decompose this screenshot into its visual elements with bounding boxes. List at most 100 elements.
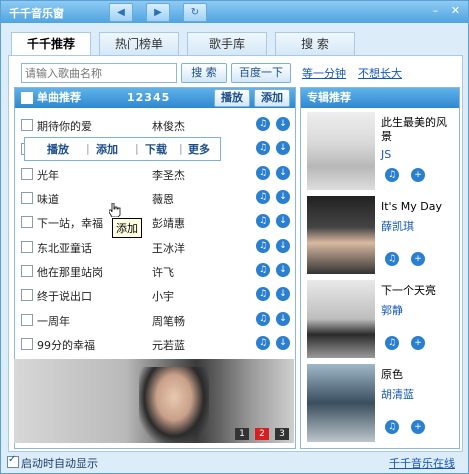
- download-icon[interactable]: ↓: [276, 214, 290, 228]
- song-artist[interactable]: 许飞: [152, 264, 174, 280]
- song-artist[interactable]: 李圣杰: [152, 167, 185, 183]
- listen-icon[interactable]: ♫: [385, 336, 399, 350]
- forward-icon[interactable]: ▶: [146, 3, 170, 22]
- autostart-checkbox[interactable]: [7, 454, 19, 468]
- minimize-icon[interactable]: –: [429, 4, 442, 17]
- select-all-checkbox[interactable]: [21, 92, 33, 104]
- download-icon[interactable]: ↓: [276, 166, 290, 180]
- song-artist[interactable]: 王冰洋: [152, 240, 185, 256]
- song-title[interactable]: 一周年: [37, 313, 70, 329]
- add-icon[interactable]: +: [411, 168, 425, 182]
- menu-item-add[interactable]: 添加: [96, 141, 118, 157]
- download-icon[interactable]: ↓: [276, 239, 290, 253]
- listen-icon[interactable]: ♫: [385, 420, 399, 434]
- tab-charts[interactable]: 热门榜单: [99, 32, 179, 55]
- title-bar[interactable]: 千千音乐窗 ◀ ▶ ↻ – ✕: [1, 1, 468, 23]
- song-checkbox[interactable]: [21, 216, 33, 228]
- album-card[interactable]: It's My Day 薛凯琪 ♫ +: [307, 194, 455, 276]
- download-icon[interactable]: ↓: [276, 263, 290, 277]
- menu-item-more[interactable]: 更多: [188, 141, 210, 157]
- song-artist[interactable]: 薇恩: [152, 191, 174, 207]
- song-title[interactable]: 期待你的爱: [37, 118, 92, 134]
- hot-search-link-1[interactable]: 等一分钟: [302, 65, 346, 81]
- song-checkbox[interactable]: [21, 314, 33, 326]
- tab-search[interactable]: 搜 索: [275, 32, 355, 55]
- song-checkbox[interactable]: [21, 338, 33, 350]
- song-title[interactable]: 下一站，幸福: [37, 215, 103, 231]
- menu-item-play[interactable]: 播放: [47, 141, 69, 157]
- album-title[interactable]: 下一个天亮: [381, 284, 457, 298]
- listen-icon[interactable]: ♫: [385, 252, 399, 266]
- listen-icon[interactable]: ♫: [256, 117, 270, 131]
- song-checkbox[interactable]: [21, 168, 33, 180]
- song-title[interactable]: 终于说出口: [37, 288, 92, 304]
- song-checkbox[interactable]: [21, 241, 33, 253]
- listen-icon[interactable]: ♫: [256, 166, 270, 180]
- song-search-input[interactable]: [21, 63, 177, 83]
- page-numbers[interactable]: 12345: [127, 88, 170, 108]
- listen-icon[interactable]: ♫: [256, 287, 270, 301]
- album-card[interactable]: 下一个天亮 郭静 ♫ +: [307, 278, 455, 360]
- download-icon[interactable]: ↓: [276, 312, 290, 326]
- album-artist[interactable]: 胡清蓝: [381, 386, 414, 402]
- add-icon[interactable]: +: [411, 252, 425, 266]
- menu-item-download[interactable]: 下载: [145, 141, 167, 157]
- listen-icon[interactable]: ♫: [256, 239, 270, 253]
- album-title[interactable]: It's My Day: [381, 200, 457, 214]
- song-row[interactable]: 味道 薇恩 ♫ ↓: [15, 187, 295, 209]
- download-icon[interactable]: ↓: [276, 117, 290, 131]
- song-artist[interactable]: 彭靖惠: [152, 215, 185, 231]
- song-title[interactable]: 光年: [37, 167, 59, 183]
- album-artist[interactable]: 薛凯琪: [381, 218, 414, 234]
- banner-page-3[interactable]: 3: [275, 428, 289, 440]
- song-artist[interactable]: 林俊杰: [152, 118, 185, 134]
- song-title[interactable]: 他在那里站岗: [37, 264, 103, 280]
- album-title[interactable]: 此生最美的风景: [381, 116, 457, 144]
- back-icon[interactable]: ◀: [109, 3, 133, 22]
- album-card[interactable]: 此生最美的风景 JS ♫ +: [307, 110, 455, 192]
- tab-artists[interactable]: 歌手库: [187, 32, 267, 55]
- listen-icon[interactable]: ♫: [256, 190, 270, 204]
- song-title[interactable]: 味道: [37, 191, 59, 207]
- song-artist[interactable]: 小宇: [152, 288, 174, 304]
- add-icon[interactable]: +: [411, 420, 425, 434]
- song-title[interactable]: 99分的幸福: [37, 337, 95, 353]
- banner-image[interactable]: 1 2 3: [14, 359, 294, 443]
- song-checkbox[interactable]: [21, 192, 33, 204]
- download-icon[interactable]: ↓: [276, 141, 290, 155]
- listen-icon[interactable]: ♫: [256, 336, 270, 350]
- album-cover[interactable]: [307, 280, 375, 358]
- album-cover[interactable]: [307, 112, 375, 190]
- listen-icon[interactable]: ♫: [256, 214, 270, 228]
- banner-page-1[interactable]: 1: [235, 428, 249, 440]
- song-row[interactable]: 东北亚童话 王冰洋 ♫ ↓: [15, 236, 295, 258]
- song-row[interactable]: 一周年 周笔畅 ♫ ↓: [15, 309, 295, 331]
- song-row[interactable]: 光年 李圣杰 ♫ ↓: [15, 163, 295, 185]
- close-icon[interactable]: ✕: [449, 4, 462, 17]
- album-artist[interactable]: 郭静: [381, 302, 403, 318]
- listen-icon[interactable]: ♫: [256, 263, 270, 277]
- song-row[interactable]: 期待你的爱 林俊杰 ♫ ↓: [15, 114, 295, 136]
- baidu-button[interactable]: 百度一下: [231, 63, 291, 83]
- add-button[interactable]: 添加: [254, 89, 290, 107]
- tab-recommend[interactable]: 千千推荐: [11, 32, 91, 56]
- song-artist[interactable]: 周笔畅: [152, 313, 185, 329]
- song-checkbox[interactable]: [21, 289, 33, 301]
- song-artist[interactable]: 元若蓝: [152, 337, 185, 353]
- download-icon[interactable]: ↓: [276, 190, 290, 204]
- album-cover[interactable]: [307, 196, 375, 274]
- listen-icon[interactable]: ♫: [256, 141, 270, 155]
- song-checkbox[interactable]: [21, 265, 33, 277]
- song-row[interactable]: 下一站，幸福 彭靖惠 ♫ ↓: [15, 211, 295, 233]
- album-card[interactable]: 原色 胡清蓝 ♫ +: [307, 362, 455, 444]
- song-title[interactable]: 东北亚童话: [37, 240, 92, 256]
- song-row[interactable]: 他在那里站岗 许飞 ♫ ↓: [15, 260, 295, 282]
- search-button[interactable]: 搜 索: [181, 63, 227, 83]
- song-row[interactable]: 终于说出口 小宇 ♫ ↓: [15, 284, 295, 306]
- song-row[interactable]: 99分的幸福 元若蓝 ♫ ↓: [15, 333, 295, 355]
- banner-page-2[interactable]: 2: [255, 428, 269, 440]
- album-cover[interactable]: [307, 364, 375, 442]
- album-artist[interactable]: JS: [381, 148, 391, 161]
- refresh-icon[interactable]: ↻: [183, 3, 207, 22]
- listen-icon[interactable]: ♫: [385, 168, 399, 182]
